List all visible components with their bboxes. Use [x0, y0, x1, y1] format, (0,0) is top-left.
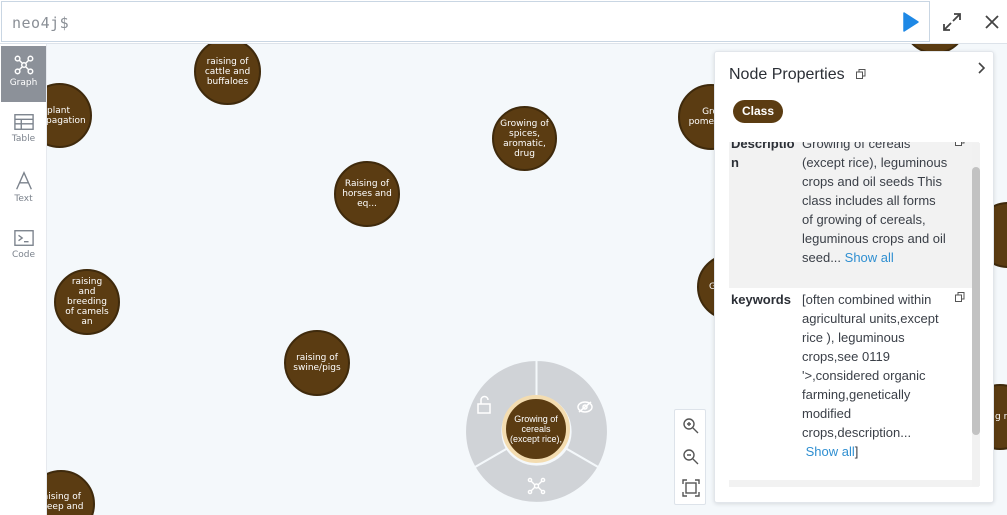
expand-icon[interactable] [940, 10, 964, 34]
sidebar-item-label: Code [11, 250, 36, 260]
sidebar-item-label: Graph [9, 78, 38, 88]
copy-icon[interactable] [955, 142, 965, 146]
graph-node[interactable]: raising of swine/pigs [284, 330, 350, 396]
graph-node[interactable]: raising and breeding of camels an [54, 269, 120, 335]
sidebar-item-code[interactable]: Code [1, 220, 46, 276]
sidebar-item-text[interactable]: Text [1, 162, 46, 218]
show-all-link[interactable]: Show all [845, 250, 894, 265]
copy-icon[interactable] [856, 69, 866, 79]
neo4j-browser: neo4j$ Graph Table Text Code raising of … [0, 0, 1007, 515]
run-icon[interactable] [898, 10, 922, 34]
code-icon [13, 230, 34, 246]
close-icon[interactable] [980, 10, 1004, 34]
query-editor[interactable]: neo4j$ [1, 1, 930, 42]
graph-node[interactable]: plant propagation [47, 83, 92, 148]
chevron-right-icon[interactable] [973, 60, 989, 76]
sidebar-item-graph[interactable]: Graph [1, 46, 46, 102]
label-badge[interactable]: Class [733, 100, 784, 123]
zoom-in-icon[interactable] [681, 416, 701, 436]
copy-icon[interactable] [955, 292, 965, 302]
sidebar-item-table[interactable]: Table [1, 104, 46, 160]
property-value: Growing of cereals (except rice), legumi… [802, 142, 948, 265]
sidebar-item-label: Table [11, 134, 36, 144]
query-prompt: neo4j$ [12, 14, 70, 32]
scrollbar-thumb[interactable] [972, 167, 980, 435]
show-all-link[interactable]: Show all [806, 444, 855, 459]
query-bar: neo4j$ [0, 0, 1007, 44]
graph-node[interactable]: Raising of horses and eq... [334, 161, 400, 227]
properties-table: Descriptio n Growing of cereals (except … [729, 142, 979, 487]
graph-node[interactable]: raising of sheep and [47, 470, 95, 515]
graph-node[interactable]: raising of cattle and buffaloes [194, 44, 261, 105]
property-row [729, 480, 979, 487]
node-properties-panel: Node Properties Class Descriptio n Growi… [714, 51, 994, 503]
property-row: keywords [often combined within agricult… [729, 290, 979, 480]
selected-node[interactable]: Growing of cereals (except rice), [502, 395, 570, 463]
fit-to-screen-icon[interactable] [681, 478, 701, 498]
graph-node[interactable]: Growing of spices, aromatic, drug [492, 106, 557, 171]
table-icon [13, 114, 34, 130]
panel-title: Node Properties [729, 66, 845, 83]
property-key: keywords [731, 292, 791, 307]
view-sidebar: Graph Table Text Code [0, 44, 47, 515]
text-icon [15, 171, 32, 190]
graph-icon [14, 55, 33, 75]
zoom-out-icon[interactable] [681, 447, 701, 467]
sidebar-item-label: Text [14, 194, 33, 204]
property-key: Descriptio n [731, 142, 795, 170]
zoom-controls [674, 409, 706, 505]
property-value: [often combined within agricultural unit… [802, 292, 939, 459]
property-row: Descriptio n Growing of cereals (except … [729, 142, 979, 288]
